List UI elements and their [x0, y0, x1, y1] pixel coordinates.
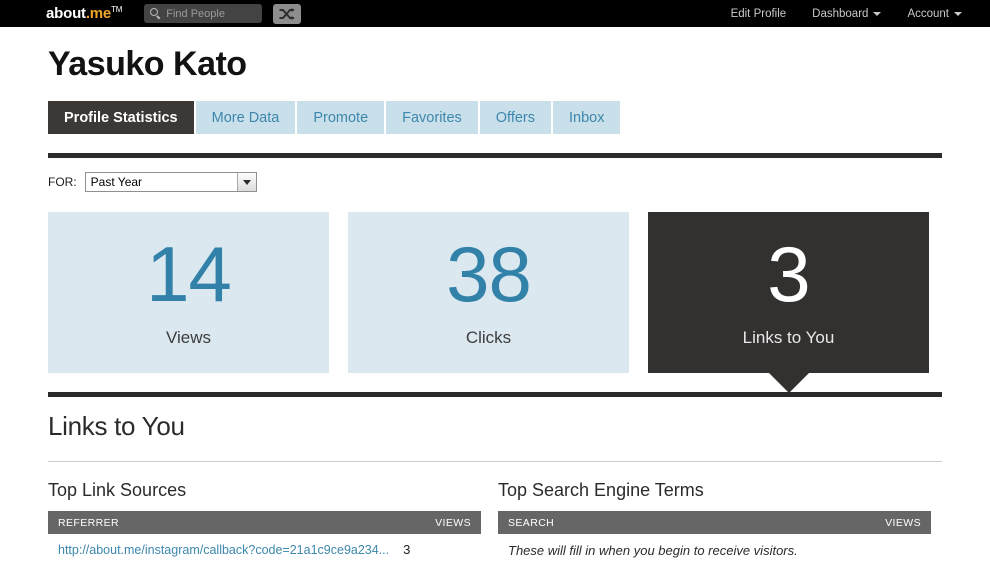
panel-top-link-sources-title: Top Link Sources: [48, 480, 187, 500]
tab-inbox-label: Inbox: [569, 109, 605, 126]
brand-name: about: [46, 5, 86, 22]
stat-card-clicks-label: Clicks: [465, 327, 512, 347]
search-terms-empty-message: These will fill in when you begin to rec…: [508, 543, 798, 558]
nav-link-edit-profile-label: Edit Profile: [730, 7, 787, 20]
column-header-search: SEARCH: [508, 516, 555, 529]
filter-label: FOR:: [48, 175, 77, 189]
search-icon: [150, 8, 161, 19]
column-header-referrer: REFERRER: [58, 516, 119, 529]
stat-card-links-to-you[interactable]: 3 Links to You: [648, 212, 929, 373]
stat-card-clicks[interactable]: 38 Clicks: [348, 212, 629, 373]
table-header-search-terms: SEARCH VIEWS: [498, 511, 931, 534]
section-title-links-to-you: Links to You: [48, 411, 185, 441]
tab-favorites-label: Favorites: [402, 109, 462, 126]
stat-card-views-value: 14: [146, 230, 232, 319]
nav-link-account-label: Account: [907, 7, 949, 20]
panel-top-link-sources: Top Link Sources REFERRER VIEWS http://a…: [48, 480, 481, 558]
stat-card-links-to-you-value: 3: [767, 230, 810, 319]
page-content: Yasuko Kato Profile Statistics More Data…: [0, 45, 990, 558]
tab-promote-label: Promote: [313, 109, 369, 126]
tab-profile-statistics-label: Profile Statistics: [64, 109, 178, 126]
stat-card-links-to-you-label: Links to You: [742, 327, 835, 347]
trademark-symbol: TM: [111, 5, 123, 14]
search-input[interactable]: Find People: [144, 4, 263, 23]
date-range-filter: FOR: Past Year: [48, 172, 942, 192]
date-range-selected-value: Past Year: [90, 175, 143, 189]
top-nav-links: Edit Profile Dashboard Account: [731, 8, 980, 20]
about-me-logo[interactable]: about.meTM: [46, 5, 122, 22]
panel-top-search-terms: Top Search Engine Terms SEARCH VIEWS The…: [498, 480, 931, 558]
column-header-views: VIEWS: [885, 516, 921, 529]
nav-link-account[interactable]: Account: [907, 8, 962, 20]
column-header-views: VIEWS: [435, 516, 471, 529]
tab-more-data-label: More Data: [211, 109, 280, 126]
tab-profile-statistics[interactable]: Profile Statistics: [48, 101, 194, 134]
tab-more-data[interactable]: More Data: [195, 101, 296, 134]
tab-offers[interactable]: Offers: [479, 101, 551, 134]
chevron-down-icon: [954, 11, 962, 16]
chevron-down-icon: [873, 11, 882, 16]
table-row: http://about.me/instagram/callback?code=…: [48, 534, 481, 557]
tab-inbox[interactable]: Inbox: [553, 101, 621, 134]
tab-favorites[interactable]: Favorites: [386, 101, 478, 134]
stat-card-views-label: Views: [165, 327, 212, 347]
stat-card-views[interactable]: 14 Views: [48, 212, 329, 373]
brand-suffix: .me: [85, 5, 112, 22]
shuffle-button[interactable]: [273, 3, 302, 24]
stat-cards: 14 Views 38 Clicks 3 Links to You: [48, 212, 942, 373]
nav-link-dashboard-label: Dashboard: [812, 7, 869, 20]
tab-bar: Profile Statistics More Data Promote Fav…: [48, 101, 942, 134]
shuffle-icon: [279, 7, 295, 20]
page-title: Yasuko Kato: [48, 45, 247, 83]
divider-top: [48, 153, 942, 158]
nav-link-dashboard[interactable]: Dashboard: [812, 7, 882, 20]
table-header-link-sources: REFERRER VIEWS: [48, 511, 481, 534]
search-placeholder-text: Find People: [166, 7, 225, 20]
nav-link-edit-profile[interactable]: Edit Profile: [731, 8, 787, 20]
date-range-select[interactable]: Past Year: [84, 172, 257, 192]
tab-promote[interactable]: Promote: [297, 101, 385, 134]
referrer-link[interactable]: http://about.me/instagram/callback?code=…: [58, 543, 389, 557]
select-dropdown-arrow-icon[interactable]: [236, 173, 256, 191]
referrer-views-count: 3: [403, 542, 411, 557]
tab-offers-label: Offers: [495, 109, 535, 126]
data-panels: Top Link Sources REFERRER VIEWS http://a…: [48, 480, 942, 558]
stat-card-clicks-value: 38: [446, 230, 532, 319]
divider-thin: [48, 461, 942, 462]
top-navigation-bar: about.meTM Find People Edit Profile Dash…: [0, 0, 990, 27]
panel-top-search-terms-title: Top Search Engine Terms: [498, 480, 704, 500]
